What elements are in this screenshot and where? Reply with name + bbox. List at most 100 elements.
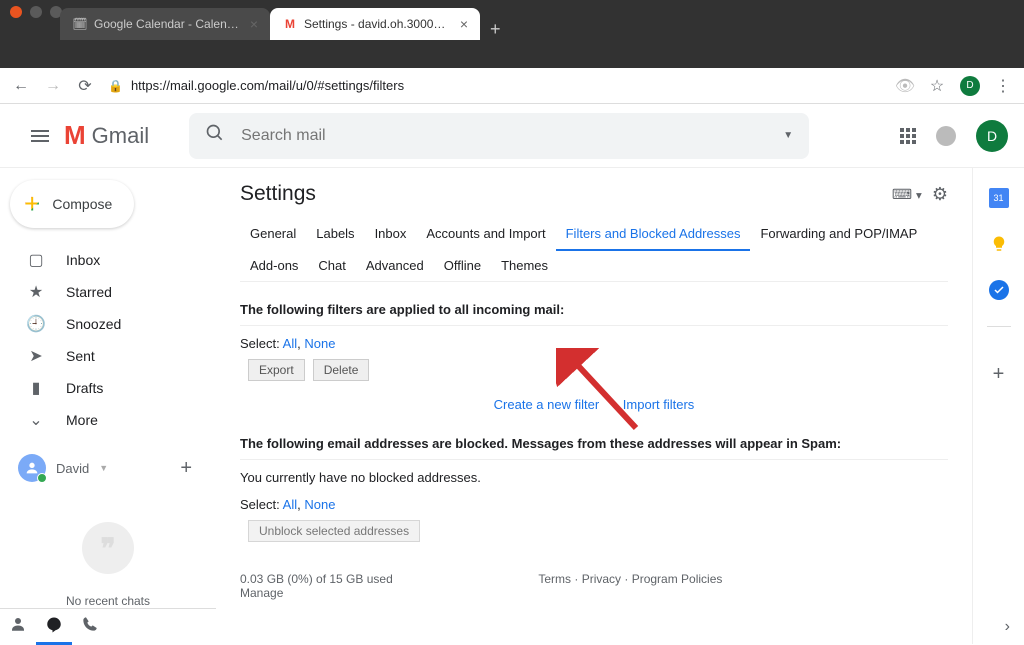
window-minimize-button[interactable]: [30, 6, 42, 18]
select-none-link[interactable]: None: [304, 336, 335, 351]
search-dropdown-icon[interactable]: ▼: [783, 130, 793, 141]
nav-back-icon[interactable]: ←: [12, 77, 30, 95]
keyboard-icon[interactable]: ⌨ ▾: [892, 186, 922, 203]
window-close-button[interactable]: [10, 6, 22, 18]
right-rail: 31 +: [972, 168, 1024, 644]
nav-list: ▢ Inbox ★ Starred 🕘 Snoozed ➤ Sent ▮ Dra…: [0, 244, 216, 436]
search-icon[interactable]: [205, 123, 225, 148]
blocked-heading: The following email addresses are blocke…: [240, 428, 948, 460]
eye-icon[interactable]: 👁: [896, 76, 914, 96]
footer-left: 0.03 GB (0%) of 15 GB used Manage: [240, 572, 393, 600]
sidebar-item-drafts[interactable]: ▮ Drafts: [0, 372, 216, 404]
browser-tabs: 🗓 Google Calendar - Calendar sett × M Se…: [0, 6, 1024, 40]
phone-tab-icon[interactable]: [72, 616, 108, 637]
search-input[interactable]: [241, 127, 767, 145]
nav-label: Sent: [66, 348, 95, 364]
select-all-link[interactable]: All: [283, 336, 297, 351]
hangouts-bottom-bar: [0, 608, 216, 644]
tab-filters-and-blocked-addresses[interactable]: Filters and Blocked Addresses: [556, 218, 751, 251]
inbox-icon: ▢: [26, 250, 46, 270]
sidebar-item-sent[interactable]: ➤ Sent: [0, 340, 216, 372]
url-input[interactable]: 🔒 https://mail.google.com/mail/u/0/#sett…: [108, 78, 882, 93]
hangouts-tab-icon[interactable]: [36, 609, 72, 645]
footer-center: Terms · Privacy · Program Policies: [538, 572, 722, 600]
policies-link[interactable]: Program Policies: [632, 572, 723, 586]
tab-title: Google Calendar - Calendar sett: [94, 17, 244, 31]
delete-button[interactable]: Delete: [313, 359, 370, 381]
star-icon[interactable]: ☆: [928, 76, 946, 96]
tab-forwarding-and-pop-imap[interactable]: Forwarding and POP/IMAP: [750, 218, 927, 250]
import-filters-link[interactable]: Import filters: [623, 397, 695, 412]
export-button[interactable]: Export: [248, 359, 305, 381]
nav-label: More: [66, 412, 98, 428]
tab-advanced[interactable]: Advanced: [356, 250, 434, 281]
search-box[interactable]: ▼: [189, 113, 809, 159]
nav-forward-icon[interactable]: →: [44, 77, 62, 95]
manage-link[interactable]: Manage: [240, 586, 283, 600]
user-chip[interactable]: David ▼ +: [0, 454, 216, 482]
storage-text: 0.03 GB (0%) of 15 GB used: [240, 572, 393, 586]
sidebar: + Compose ▢ Inbox ★ Starred 🕘 Snoozed ➤ …: [0, 168, 216, 644]
drafts-icon: ▮: [26, 378, 46, 398]
tab-accounts-and-import[interactable]: Accounts and Import: [416, 218, 555, 250]
addr-right: 👁 ☆ D ⋮: [896, 76, 1012, 96]
main-area: + Compose ▢ Inbox ★ Starred 🕘 Snoozed ➤ …: [0, 168, 1024, 644]
tab-chat[interactable]: Chat: [308, 250, 355, 281]
no-blocked-text: You currently have no blocked addresses.: [240, 470, 948, 485]
browser-tab-calendar[interactable]: 🗓 Google Calendar - Calendar sett ×: [60, 8, 270, 40]
content-header: Settings ⌨ ▾ ⚙: [240, 182, 948, 206]
sidebar-item-more[interactable]: ⌄ More: [0, 404, 216, 436]
apps-grid-icon[interactable]: [900, 128, 916, 144]
main-menu-icon[interactable]: [16, 130, 64, 142]
select-all-link[interactable]: All: [283, 497, 297, 512]
gmail-logo[interactable]: M Gmail: [64, 120, 149, 151]
new-tab-button[interactable]: +: [480, 19, 511, 40]
center-links: Create a new filter Import filters: [240, 397, 948, 412]
expand-side-panel-icon[interactable]: ›: [1005, 618, 1010, 636]
calendar-addon-icon[interactable]: 31: [989, 188, 1009, 208]
clock-icon: 🕘: [26, 314, 46, 334]
add-addon-icon[interactable]: +: [993, 363, 1005, 386]
terms-link[interactable]: Terms: [538, 572, 571, 586]
nav-label: Drafts: [66, 380, 103, 396]
hangouts-quote-icon: ❞: [82, 522, 134, 574]
browser-profile-badge[interactable]: D: [960, 76, 980, 96]
tab-close-icon[interactable]: ×: [460, 16, 468, 32]
header-right: D: [900, 120, 1008, 152]
sidebar-item-inbox[interactable]: ▢ Inbox: [0, 244, 216, 276]
privacy-link[interactable]: Privacy: [582, 572, 621, 586]
gmail-favicon-icon: M: [282, 16, 298, 32]
tab-general[interactable]: General: [240, 218, 306, 250]
compose-button[interactable]: + Compose: [10, 180, 134, 228]
unblock-button[interactable]: Unblock selected addresses: [248, 520, 420, 542]
create-filter-link[interactable]: Create a new filter: [494, 397, 600, 412]
account-avatar[interactable]: D: [976, 120, 1008, 152]
gear-icon[interactable]: ⚙: [932, 184, 948, 205]
notifications-icon[interactable]: [936, 126, 956, 146]
select-label: Select:: [240, 336, 280, 351]
tab-add-ons[interactable]: Add-ons: [240, 250, 308, 281]
contacts-tab-icon[interactable]: [0, 615, 36, 638]
settings-tabs: GeneralLabelsInboxAccounts and ImportFil…: [240, 218, 948, 282]
tasks-addon-icon[interactable]: [989, 280, 1009, 300]
hangouts-text: No recent chats: [0, 594, 216, 608]
nav-reload-icon[interactable]: ⟳: [76, 76, 94, 96]
chevron-down-icon: ⌄: [26, 410, 46, 430]
tab-inbox[interactable]: Inbox: [365, 218, 417, 250]
header-icons: ⌨ ▾ ⚙: [892, 184, 948, 205]
page-title: Settings: [240, 182, 316, 206]
star-icon: ★: [26, 282, 46, 302]
browser-menu-icon[interactable]: ⋮: [994, 76, 1012, 96]
sidebar-item-starred[interactable]: ★ Starred: [0, 276, 216, 308]
select-none-link[interactable]: None: [304, 497, 335, 512]
tab-close-icon[interactable]: ×: [250, 16, 258, 32]
tab-labels[interactable]: Labels: [306, 218, 364, 250]
tab-offline[interactable]: Offline: [434, 250, 491, 281]
add-user-icon[interactable]: +: [180, 457, 200, 480]
select-row-blocked: Select: All, None: [240, 497, 948, 512]
keep-addon-icon[interactable]: [989, 234, 1009, 254]
browser-tab-gmail[interactable]: M Settings - david.oh.3000@gma ×: [270, 8, 480, 40]
tab-themes[interactable]: Themes: [491, 250, 558, 281]
sidebar-item-snoozed[interactable]: 🕘 Snoozed: [0, 308, 216, 340]
address-bar: ← → ⟳ 🔒 https://mail.google.com/mail/u/0…: [0, 68, 1024, 104]
